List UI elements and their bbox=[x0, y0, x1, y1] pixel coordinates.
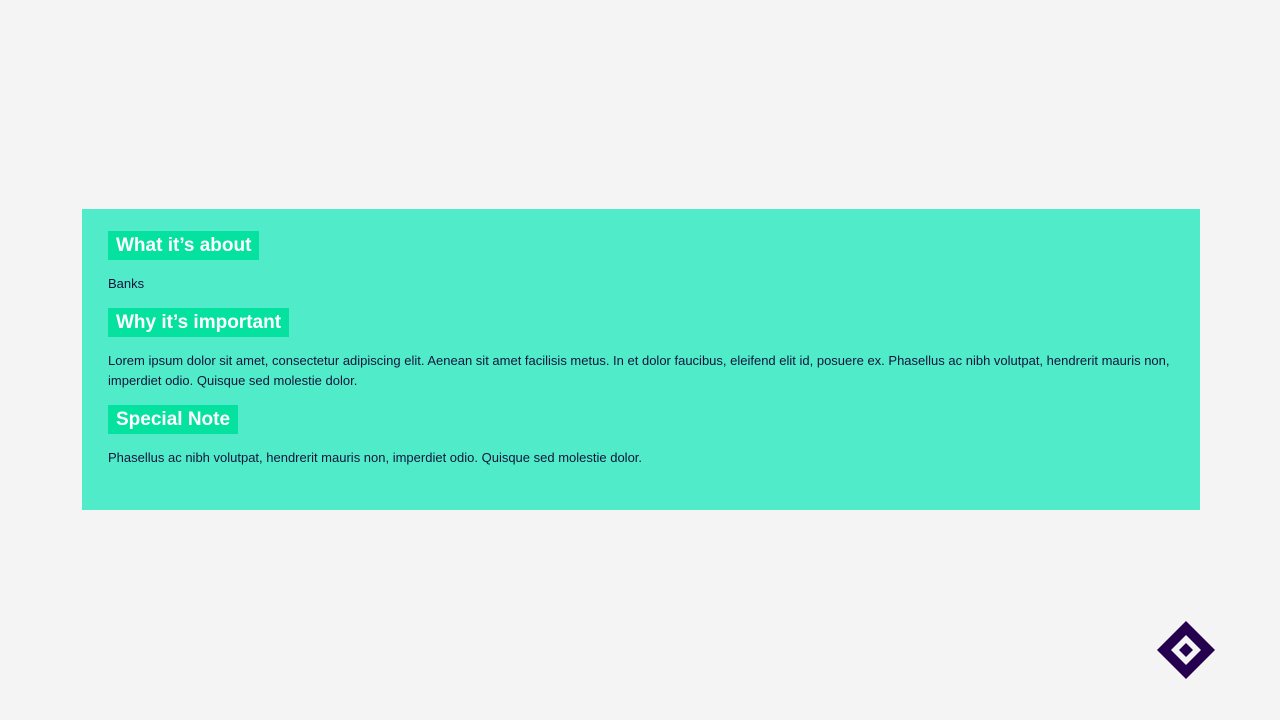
diamond-logo-icon bbox=[1156, 620, 1216, 680]
section-heading: Why it’s important bbox=[108, 308, 290, 337]
section-heading: Special Note bbox=[108, 405, 239, 434]
section-why-its-important: Why it’s important Lorem ipsum dolor sit… bbox=[108, 308, 1174, 391]
section-body: Lorem ipsum dolor sit amet, consectetur … bbox=[108, 353, 1170, 388]
section-special-note: Special Note Phasellus ac nibh volutpat,… bbox=[108, 405, 1174, 468]
section-body: Phasellus ac nibh volutpat, hendrerit ma… bbox=[108, 450, 643, 465]
section-body: Banks bbox=[108, 276, 145, 291]
info-card: What it’s about Banks Why it’s important… bbox=[82, 209, 1200, 510]
section-what-its-about: What it’s about Banks bbox=[108, 231, 1174, 294]
diamond-logo-svg bbox=[1157, 621, 1215, 679]
logo-inner-diamond bbox=[1179, 643, 1193, 657]
section-heading: What it’s about bbox=[108, 231, 260, 260]
